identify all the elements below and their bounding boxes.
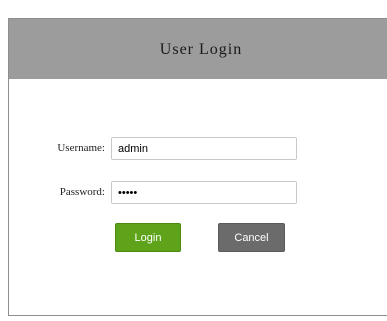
password-input[interactable]	[111, 181, 297, 204]
login-header: User Login	[9, 19, 387, 79]
cancel-button[interactable]: Cancel	[218, 223, 285, 252]
page-title: User Login	[159, 41, 243, 58]
login-button[interactable]: Login	[115, 223, 181, 252]
username-input[interactable]	[111, 137, 297, 160]
password-label: Password:	[59, 186, 105, 198]
username-label: Username:	[57, 142, 105, 154]
login-panel: User Login Username: Password:	[8, 18, 387, 316]
